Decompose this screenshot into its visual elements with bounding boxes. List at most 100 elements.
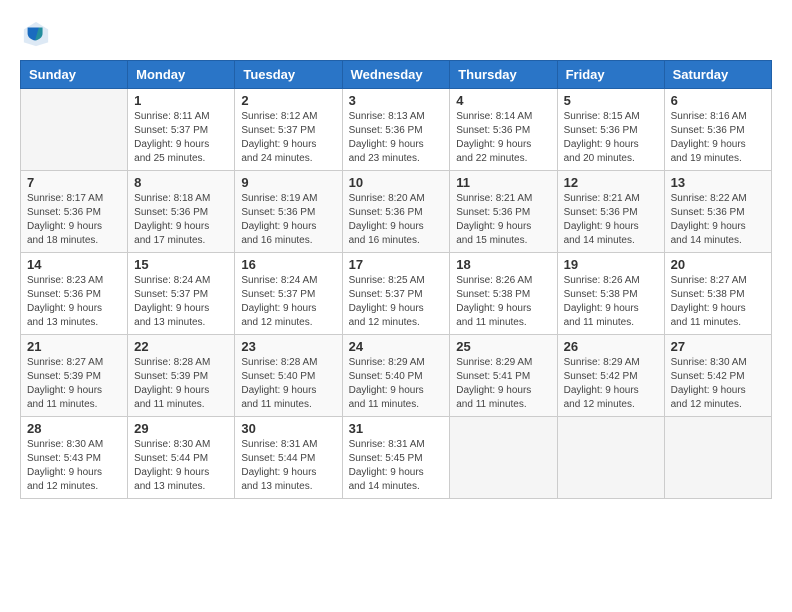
calendar-cell: 14 Sunrise: 8:23 AM Sunset: 5:36 PM Dayli…: [21, 253, 128, 335]
logo: [20, 20, 50, 48]
day-number: 28: [27, 421, 121, 436]
day-number: 25: [456, 339, 550, 354]
calendar-cell: 19 Sunrise: 8:26 AM Sunset: 5:38 PM Dayli…: [557, 253, 664, 335]
calendar-cell: 26 Sunrise: 8:29 AM Sunset: 5:42 PM Dayli…: [557, 335, 664, 417]
week-row-3: 21 Sunrise: 8:27 AM Sunset: 5:39 PM Dayli…: [21, 335, 772, 417]
day-info: Sunrise: 8:24 AM Sunset: 5:37 PM Dayligh…: [134, 274, 228, 330]
calendar-cell: [557, 417, 664, 499]
day-number: 2: [241, 93, 335, 108]
day-info: Sunrise: 8:11 AM Sunset: 5:37 PM Dayligh…: [134, 110, 228, 166]
day-number: 4: [456, 93, 550, 108]
day-number: 16: [241, 257, 335, 272]
calendar-cell: 20 Sunrise: 8:27 AM Sunset: 5:38 PM Dayli…: [664, 253, 771, 335]
calendar-cell: 27 Sunrise: 8:30 AM Sunset: 5:42 PM Dayli…: [664, 335, 771, 417]
day-info: Sunrise: 8:26 AM Sunset: 5:38 PM Dayligh…: [564, 274, 658, 330]
day-number: 1: [134, 93, 228, 108]
calendar-cell: 17 Sunrise: 8:25 AM Sunset: 5:37 PM Dayli…: [342, 253, 450, 335]
day-info: Sunrise: 8:27 AM Sunset: 5:39 PM Dayligh…: [27, 356, 121, 412]
calendar-cell: 16 Sunrise: 8:24 AM Sunset: 5:37 PM Dayli…: [235, 253, 342, 335]
weekday-header-row: SundayMondayTuesdayWednesdayThursdayFrid…: [21, 61, 772, 89]
day-info: Sunrise: 8:30 AM Sunset: 5:42 PM Dayligh…: [671, 356, 765, 412]
day-number: 7: [27, 175, 121, 190]
day-info: Sunrise: 8:21 AM Sunset: 5:36 PM Dayligh…: [456, 192, 550, 248]
day-info: Sunrise: 8:15 AM Sunset: 5:36 PM Dayligh…: [564, 110, 658, 166]
week-row-4: 28 Sunrise: 8:30 AM Sunset: 5:43 PM Dayli…: [21, 417, 772, 499]
day-number: 17: [349, 257, 444, 272]
weekday-header-thursday: Thursday: [450, 61, 557, 89]
day-number: 10: [349, 175, 444, 190]
calendar-table: SundayMondayTuesdayWednesdayThursdayFrid…: [20, 60, 772, 499]
day-info: Sunrise: 8:21 AM Sunset: 5:36 PM Dayligh…: [564, 192, 658, 248]
day-number: 6: [671, 93, 765, 108]
day-number: 19: [564, 257, 658, 272]
calendar-cell: 9 Sunrise: 8:19 AM Sunset: 5:36 PM Daylig…: [235, 171, 342, 253]
calendar-cell: 23 Sunrise: 8:28 AM Sunset: 5:40 PM Dayli…: [235, 335, 342, 417]
day-number: 13: [671, 175, 765, 190]
day-number: 22: [134, 339, 228, 354]
calendar-cell: [664, 417, 771, 499]
day-info: Sunrise: 8:23 AM Sunset: 5:36 PM Dayligh…: [27, 274, 121, 330]
calendar-cell: 18Sunrise: 8:26 AM Sunset: 5:38 PM Dayli…: [450, 253, 557, 335]
day-info: Sunrise: 8:24 AM Sunset: 5:37 PM Dayligh…: [241, 274, 335, 330]
day-info: Sunrise: 8:18 AM Sunset: 5:36 PM Dayligh…: [134, 192, 228, 248]
calendar-cell: 12 Sunrise: 8:21 AM Sunset: 5:36 PM Dayli…: [557, 171, 664, 253]
day-info: Sunrise: 8:26 AM Sunset: 5:38 PM Dayligh…: [456, 274, 550, 330]
page: SundayMondayTuesdayWednesdayThursdayFrid…: [0, 0, 792, 612]
day-number: 23: [241, 339, 335, 354]
day-info: Sunrise: 8:29 AM Sunset: 5:42 PM Dayligh…: [564, 356, 658, 412]
day-number: 5: [564, 93, 658, 108]
weekday-header-sunday: Sunday: [21, 61, 128, 89]
day-info: Sunrise: 8:19 AM Sunset: 5:36 PM Dayligh…: [241, 192, 335, 248]
day-info: Sunrise: 8:27 AM Sunset: 5:38 PM Dayligh…: [671, 274, 765, 330]
day-info: Sunrise: 8:14 AM Sunset: 5:36 PM Dayligh…: [456, 110, 550, 166]
header: [20, 20, 772, 48]
day-number: 27: [671, 339, 765, 354]
calendar-cell: 29Sunrise: 8:30 AM Sunset: 5:44 PM Dayli…: [128, 417, 235, 499]
calendar-cell: 24 Sunrise: 8:29 AM Sunset: 5:40 PM Dayli…: [342, 335, 450, 417]
day-info: Sunrise: 8:13 AM Sunset: 5:36 PM Dayligh…: [349, 110, 444, 166]
day-number: 14: [27, 257, 121, 272]
calendar-cell: 13Sunrise: 8:22 AM Sunset: 5:36 PM Dayli…: [664, 171, 771, 253]
day-info: Sunrise: 8:20 AM Sunset: 5:36 PM Dayligh…: [349, 192, 444, 248]
weekday-header-wednesday: Wednesday: [342, 61, 450, 89]
day-info: Sunrise: 8:16 AM Sunset: 5:36 PM Dayligh…: [671, 110, 765, 166]
day-info: Sunrise: 8:28 AM Sunset: 5:40 PM Dayligh…: [241, 356, 335, 412]
day-number: 21: [27, 339, 121, 354]
calendar-cell: 1 Sunrise: 8:11 AM Sunset: 5:37 PM Daylig…: [128, 89, 235, 171]
day-info: Sunrise: 8:30 AM Sunset: 5:43 PM Dayligh…: [27, 438, 121, 494]
day-info: Sunrise: 8:28 AM Sunset: 5:39 PM Dayligh…: [134, 356, 228, 412]
weekday-header-friday: Friday: [557, 61, 664, 89]
day-number: 24: [349, 339, 444, 354]
calendar-cell: 22 Sunrise: 8:28 AM Sunset: 5:39 PM Dayli…: [128, 335, 235, 417]
calendar-cell: 21 Sunrise: 8:27 AM Sunset: 5:39 PM Dayli…: [21, 335, 128, 417]
calendar-cell: 4 Sunrise: 8:14 AM Sunset: 5:36 PM Daylig…: [450, 89, 557, 171]
day-number: 11: [456, 175, 550, 190]
day-info: Sunrise: 8:30 AM Sunset: 5:44 PM Dayligh…: [134, 438, 228, 494]
calendar-cell: 11 Sunrise: 8:21 AM Sunset: 5:36 PM Dayli…: [450, 171, 557, 253]
day-info: Sunrise: 8:25 AM Sunset: 5:37 PM Dayligh…: [349, 274, 444, 330]
calendar-cell: 15 Sunrise: 8:24 AM Sunset: 5:37 PM Dayli…: [128, 253, 235, 335]
calendar-cell: 10 Sunrise: 8:20 AM Sunset: 5:36 PM Dayli…: [342, 171, 450, 253]
calendar-cell: 31Sunrise: 8:31 AM Sunset: 5:45 PM Dayli…: [342, 417, 450, 499]
calendar-cell: 25Sunrise: 8:29 AM Sunset: 5:41 PM Dayli…: [450, 335, 557, 417]
day-number: 8: [134, 175, 228, 190]
day-number: 9: [241, 175, 335, 190]
calendar-cell: 28 Sunrise: 8:30 AM Sunset: 5:43 PM Dayli…: [21, 417, 128, 499]
weekday-header-monday: Monday: [128, 61, 235, 89]
day-number: 26: [564, 339, 658, 354]
day-info: Sunrise: 8:31 AM Sunset: 5:45 PM Dayligh…: [349, 438, 444, 494]
calendar-cell: 5 Sunrise: 8:15 AM Sunset: 5:36 PM Daylig…: [557, 89, 664, 171]
day-number: 20: [671, 257, 765, 272]
week-row-1: 7Sunrise: 8:17 AM Sunset: 5:36 PM Daylig…: [21, 171, 772, 253]
calendar-cell: 7Sunrise: 8:17 AM Sunset: 5:36 PM Daylig…: [21, 171, 128, 253]
day-info: Sunrise: 8:12 AM Sunset: 5:37 PM Dayligh…: [241, 110, 335, 166]
day-info: Sunrise: 8:29 AM Sunset: 5:40 PM Dayligh…: [349, 356, 444, 412]
calendar-cell: 2 Sunrise: 8:12 AM Sunset: 5:37 PM Daylig…: [235, 89, 342, 171]
day-number: 30: [241, 421, 335, 436]
calendar-cell: 8 Sunrise: 8:18 AM Sunset: 5:36 PM Daylig…: [128, 171, 235, 253]
calendar-cell: [450, 417, 557, 499]
day-number: 12: [564, 175, 658, 190]
weekday-header-tuesday: Tuesday: [235, 61, 342, 89]
calendar-cell: 6 Sunrise: 8:16 AM Sunset: 5:36 PM Daylig…: [664, 89, 771, 171]
day-number: 15: [134, 257, 228, 272]
